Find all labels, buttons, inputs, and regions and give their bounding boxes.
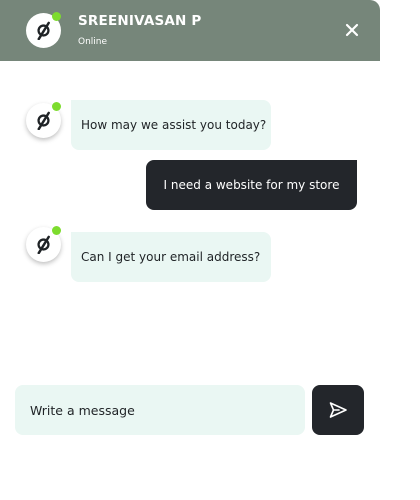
online-indicator: [52, 102, 61, 111]
bot-avatar: [26, 226, 61, 262]
chat-widget: SREENIVASAN P Online How may we assist y…: [0, 0, 420, 500]
close-button[interactable]: [342, 20, 362, 40]
message-text: How may we assist you today?: [81, 118, 267, 132]
online-indicator: [52, 12, 61, 21]
message-text: I need a website for my store: [163, 178, 340, 192]
chat-header: SREENIVASAN P Online: [0, 0, 380, 61]
send-button[interactable]: [312, 385, 364, 435]
bot-message-bubble: How may we assist you today?: [71, 100, 271, 150]
brand-logo-icon: [37, 111, 50, 130]
bot-message-bubble: Can I get your email address?: [71, 232, 271, 282]
agent-avatar: [26, 12, 61, 48]
send-icon: [329, 402, 347, 418]
online-indicator: [52, 226, 61, 235]
agent-status: Online: [78, 37, 108, 47]
agent-name: SREENIVASAN P: [78, 13, 202, 29]
close-icon: [345, 23, 359, 37]
brand-logo-icon: [37, 21, 50, 40]
bot-avatar: [26, 102, 61, 138]
message-text: Can I get your email address?: [81, 250, 261, 264]
message-input[interactable]: [15, 385, 305, 435]
user-message-bubble: I need a website for my store: [146, 160, 357, 210]
brand-logo-icon: [37, 235, 50, 254]
